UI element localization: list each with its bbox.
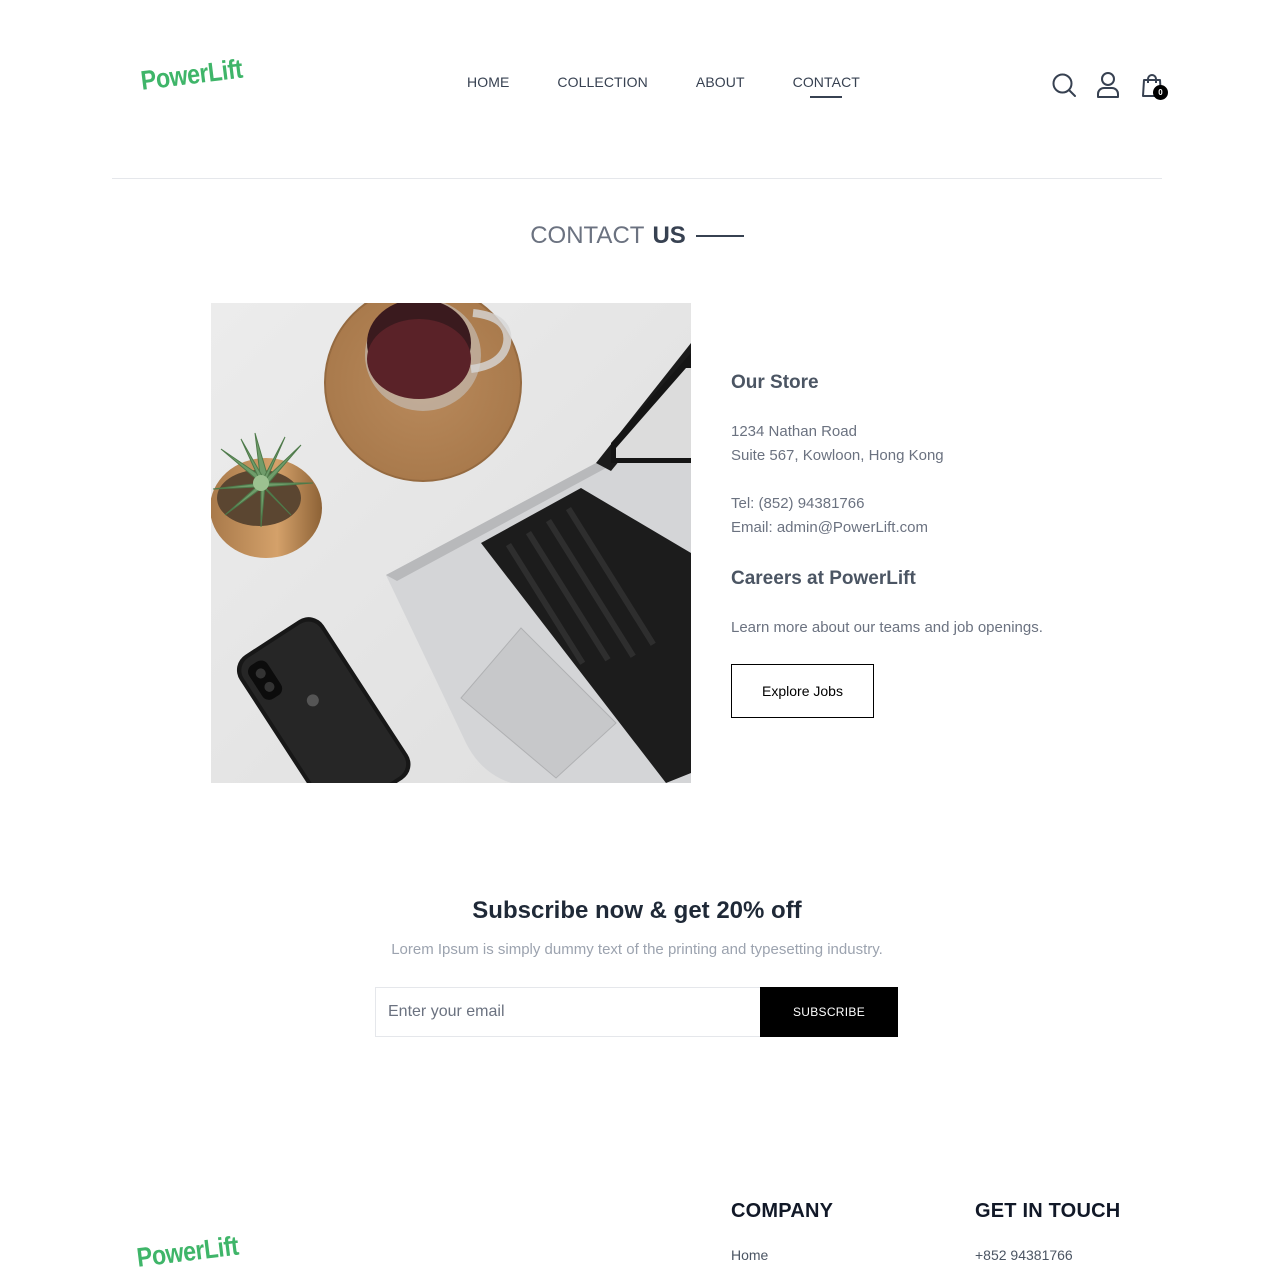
main-nav: HOME COLLECTION ABOUT CONTACT [467,74,860,90]
title-line [695,235,744,237]
footer-phone: +852 94381766 [975,1247,1073,1263]
page-title-part2: US [652,222,686,249]
store-address: 1234 Nathan Road Suite 567, Kowloon, Hon… [731,420,944,468]
subscribe-subtitle: Lorem Ipsum is simply dummy text of the … [391,941,883,958]
footer-company-title: COMPANY [731,1200,834,1222]
footer-company: COMPANY Home [731,1200,833,1265]
footer-touch-title: GET IN TOUCH [975,1200,1121,1222]
store-phone: Tel: (852) 94381766 [731,495,865,512]
footer-get-in-touch: GET IN TOUCH +852 94381766 [975,1200,1120,1265]
footer-link-home[interactable]: Home [731,1245,833,1265]
header-divider [112,178,1162,179]
cart-icon[interactable]: 0 [1138,70,1168,100]
search-icon[interactable] [1050,70,1078,100]
explore-jobs-button[interactable]: Explore Jobs [731,664,874,718]
subscribe-button[interactable]: SUBSCRIBE [760,987,898,1037]
address-line2: Suite 567, Kowloon, Hong Kong [731,447,944,464]
address-line1: 1234 Nathan Road [731,423,857,440]
email-input[interactable] [375,987,760,1037]
page-title-part1: CONTACT [530,222,645,249]
header-icons: 0 [1050,70,1168,100]
subscribe-form: SUBSCRIBE [375,987,898,1037]
nav-item-home[interactable]: HOME [467,74,509,90]
careers-title: Careers at PowerLift [731,568,916,589]
page-title: CONTACT US [0,222,1274,250]
contact-image [211,303,691,783]
nav-item-contact[interactable]: CONTACT [793,74,860,90]
footer-logo[interactable]: PowerLift [135,1231,240,1274]
user-icon[interactable] [1094,70,1122,100]
store-title: Our Store [731,372,819,393]
store-contact: Tel: (852) 94381766 Email: admin@PowerLi… [731,492,928,540]
nav-item-about[interactable]: ABOUT [696,74,745,90]
nav-item-collection[interactable]: COLLECTION [557,74,647,90]
careers-text: Learn more about our teams and job openi… [731,619,1043,636]
subscribe-title: Subscribe now & get 20% off [472,897,802,924]
brand-logo[interactable]: PowerLift [139,54,244,97]
store-email: Email: admin@PowerLift.com [731,519,928,536]
cart-count-badge: 0 [1153,85,1168,100]
